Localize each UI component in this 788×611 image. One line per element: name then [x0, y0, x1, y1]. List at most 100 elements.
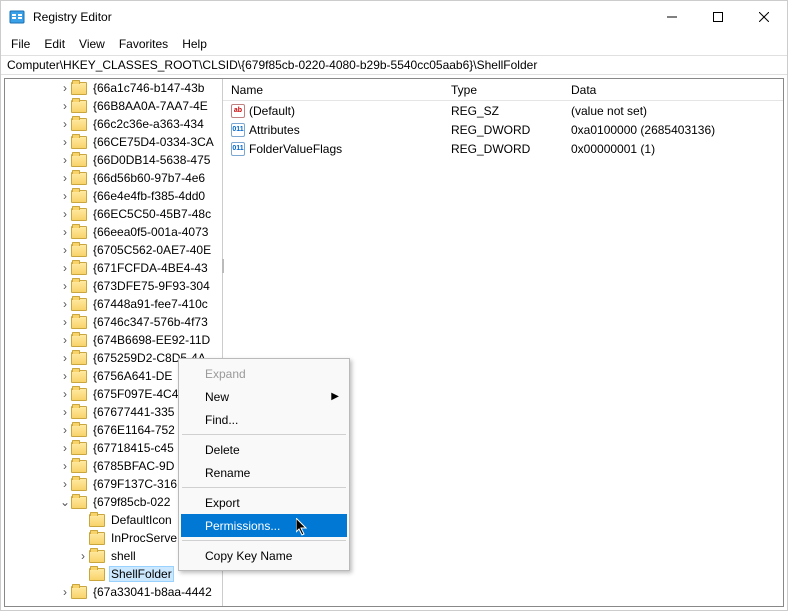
- menu-favorites[interactable]: Favorites: [113, 35, 174, 53]
- folder-icon: [71, 154, 87, 167]
- folder-icon: [89, 550, 105, 563]
- chevron-right-icon[interactable]: ›: [59, 118, 71, 130]
- tree-node[interactable]: › {66c2c36e-a363-434: [5, 115, 222, 133]
- chevron-right-icon[interactable]: ›: [59, 424, 71, 436]
- address-bar[interactable]: Computer\HKEY_CLASSES_ROOT\CLSID\{679f85…: [1, 55, 787, 75]
- folder-icon: [71, 262, 87, 275]
- ctx-new[interactable]: New ▶: [181, 385, 347, 408]
- ctx-permissions[interactable]: Permissions...: [181, 514, 347, 537]
- values-header: Name Type Data: [223, 79, 783, 101]
- chevron-right-icon[interactable]: ›: [77, 550, 89, 562]
- column-header-type[interactable]: Type: [443, 83, 563, 97]
- ctx-copy-key-name[interactable]: Copy Key Name: [181, 544, 347, 567]
- chevron-right-icon[interactable]: ›: [59, 388, 71, 400]
- chevron-down-icon[interactable]: ⌄: [59, 496, 71, 508]
- tree-node[interactable]: › {66a1c746-b147-43b: [5, 79, 222, 97]
- tree-node[interactable]: ›{67a33041-b8aa-4442: [5, 583, 222, 601]
- chevron-right-icon[interactable]: ›: [59, 82, 71, 94]
- folder-icon: [71, 280, 87, 293]
- chevron-right-icon[interactable]: ›: [59, 208, 71, 220]
- chevron-right-icon[interactable]: ›: [59, 352, 71, 364]
- folder-icon: [71, 190, 87, 203]
- folder-icon: [71, 136, 87, 149]
- tree-node-label: {66eea0f5-001a-4073: [91, 225, 210, 239]
- tree-node-label: {66a1c746-b147-43b: [91, 81, 206, 95]
- separator: [182, 434, 346, 435]
- folder-icon: [71, 118, 87, 131]
- tree-node[interactable]: › {66eea0f5-001a-4073: [5, 223, 222, 241]
- ctx-delete[interactable]: Delete: [181, 438, 347, 461]
- column-header-name[interactable]: Name: [223, 83, 443, 97]
- chevron-right-icon[interactable]: ›: [59, 406, 71, 418]
- window-title: Registry Editor: [33, 10, 649, 24]
- chevron-right-icon[interactable]: ›: [59, 442, 71, 454]
- chevron-right-icon[interactable]: ›: [59, 334, 71, 346]
- dword-value-icon: 011: [231, 123, 245, 137]
- minimize-button[interactable]: [649, 1, 695, 33]
- close-button[interactable]: [741, 1, 787, 33]
- chevron-right-icon[interactable]: ›: [59, 478, 71, 490]
- menu-edit[interactable]: Edit: [38, 35, 71, 53]
- tree-node-label: {6785BFAC-9D: [91, 459, 176, 473]
- chevron-right-icon: ▶: [331, 391, 339, 402]
- value-row[interactable]: ab(Default)REG_SZ(value not set): [223, 101, 783, 120]
- tree-node-label: {6756A641-DE: [91, 369, 174, 383]
- tree-node[interactable]: ›{66D0DB14-5638-475: [5, 151, 222, 169]
- tree-node-label: {676E1164-752: [91, 423, 177, 437]
- chevron-right-icon[interactable]: ›: [59, 298, 71, 310]
- folder-icon: [71, 478, 87, 491]
- folder-icon: [71, 460, 87, 473]
- value-row[interactable]: 011FolderValueFlagsREG_DWORD0x00000001 (…: [223, 139, 783, 158]
- tree-node[interactable]: ›{673DFE75-9F93-304: [5, 277, 222, 295]
- tree-node[interactable]: ›{6746c347-576b-4f73: [5, 313, 222, 331]
- folder-icon: [71, 172, 87, 185]
- tree-node[interactable]: ›{67448a91-fee7-410c: [5, 295, 222, 313]
- chevron-right-icon[interactable]: ›: [59, 262, 71, 274]
- tree-node[interactable]: ›{674B6698-EE92-11D: [5, 331, 222, 349]
- tree-node[interactable]: ›{66e4e4fb-f385-4dd0: [5, 187, 222, 205]
- tree-node-label: {6705C562-0AE7-40E: [91, 243, 213, 257]
- ctx-export[interactable]: Export: [181, 491, 347, 514]
- chevron-right-icon[interactable]: ›: [59, 586, 71, 598]
- chevron-right-icon[interactable]: ›: [59, 190, 71, 202]
- folder-icon: [89, 568, 105, 581]
- menu-view[interactable]: View: [73, 35, 111, 53]
- folder-icon: [71, 244, 87, 257]
- chevron-right-icon[interactable]: ›: [59, 460, 71, 472]
- tree-node-label: {66CE75D4-0334-3CA: [91, 135, 216, 149]
- chevron-right-icon[interactable]: ›: [59, 172, 71, 184]
- tree-node-label: {66d56b60-97b7-4e6: [91, 171, 207, 185]
- chevron-right-icon[interactable]: ›: [59, 154, 71, 166]
- titlebar[interactable]: Registry Editor: [1, 1, 787, 33]
- tree-node[interactable]: › {66d56b60-97b7-4e6: [5, 169, 222, 187]
- chevron-right-icon[interactable]: ›: [59, 226, 71, 238]
- maximize-button[interactable]: [695, 1, 741, 33]
- menu-file[interactable]: File: [5, 35, 36, 53]
- tree-node-label: DefaultIcon: [109, 513, 174, 527]
- ctx-rename[interactable]: Rename: [181, 461, 347, 484]
- tree-node[interactable]: ›{671FCFDA-4BE4-43: [5, 259, 222, 277]
- folder-icon: [71, 388, 87, 401]
- splitter-handle[interactable]: [222, 259, 224, 273]
- chevron-right-icon[interactable]: ›: [59, 100, 71, 112]
- chevron-right-icon[interactable]: ›: [59, 280, 71, 292]
- column-header-data[interactable]: Data: [563, 83, 783, 97]
- tree-node[interactable]: › {66CE75D4-0334-3CA: [5, 133, 222, 151]
- chevron-right-icon[interactable]: ›: [59, 244, 71, 256]
- ctx-find[interactable]: Find...: [181, 408, 347, 431]
- value-data: (value not set): [563, 104, 783, 118]
- tree-node[interactable]: ›{66B8AA0A-7AA7-4E: [5, 97, 222, 115]
- value-row[interactable]: 011AttributesREG_DWORD0xa0100000 (268540…: [223, 120, 783, 139]
- maximize-icon: [713, 12, 723, 22]
- tree-node-label: InProcServe: [109, 531, 179, 545]
- tree-node[interactable]: › {6705C562-0AE7-40E: [5, 241, 222, 259]
- tree-node-label: {66c2c36e-a363-434: [91, 117, 206, 131]
- chevron-right-icon[interactable]: ›: [59, 136, 71, 148]
- tree-node-label: ShellFolder: [109, 566, 174, 582]
- folder-icon: [71, 496, 87, 509]
- chevron-right-icon[interactable]: ›: [59, 370, 71, 382]
- folder-icon: [71, 82, 87, 95]
- chevron-right-icon[interactable]: ›: [59, 316, 71, 328]
- menu-help[interactable]: Help: [176, 35, 213, 53]
- tree-node[interactable]: ›{66EC5C50-45B7-48c: [5, 205, 222, 223]
